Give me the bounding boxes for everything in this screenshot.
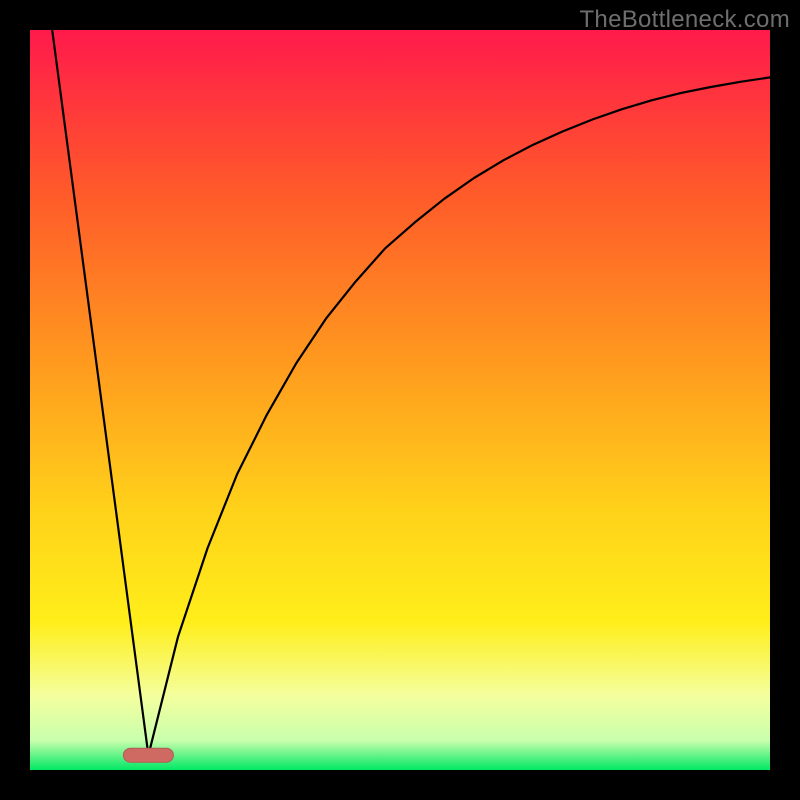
chart-canvas: TheBottleneck.com: [0, 0, 800, 800]
chart-svg: [0, 0, 800, 800]
gradient-background: [30, 30, 770, 770]
optimal-marker: [123, 748, 173, 762]
plot-area: [30, 30, 770, 770]
watermark-text: TheBottleneck.com: [579, 6, 790, 34]
